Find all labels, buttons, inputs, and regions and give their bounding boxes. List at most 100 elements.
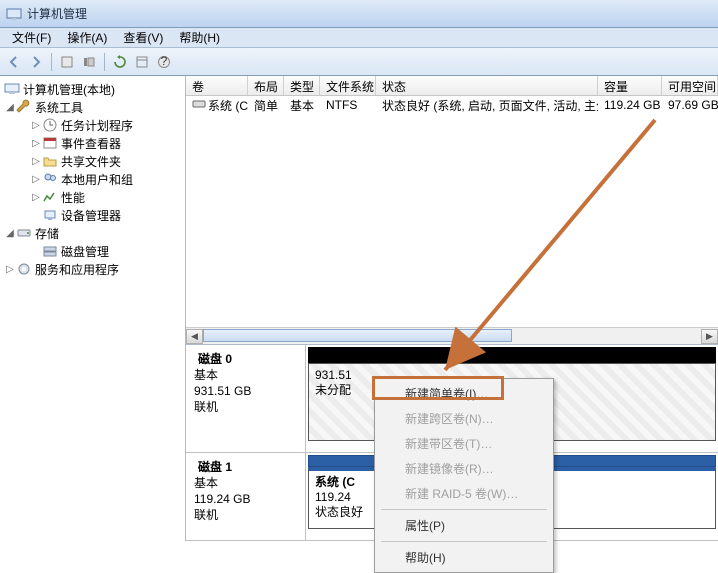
col-layout[interactable]: 布局 (248, 76, 284, 95)
disk-kind: 基本 (194, 475, 297, 491)
tree-item-task-scheduler[interactable]: ▷ 任务计划程序 (2, 116, 183, 134)
users-icon (42, 171, 58, 187)
ctx-new-spanned-volume[interactable]: 新建跨区卷(N)… (377, 406, 551, 431)
col-status[interactable]: 状态 (376, 76, 598, 95)
tree-group-label: 服务和应用程序 (35, 261, 119, 278)
disk-kind: 基本 (194, 367, 297, 383)
ctx-new-simple-volume[interactable]: 新建简单卷(I)… (377, 381, 551, 406)
volume-capacity: 119.24 GB (598, 97, 662, 113)
tree-item-label: 设备管理器 (61, 207, 121, 224)
tree-group-storage[interactable]: ◢ 存储 (2, 224, 183, 242)
disk-info-1[interactable]: 磁盘 1 基本 119.24 GB 联机 (186, 453, 306, 540)
expand-icon[interactable]: ▷ (30, 156, 42, 167)
wrench-icon (16, 99, 32, 115)
window-titlebar: 计算机管理 (0, 0, 718, 28)
tree-item-label: 事件查看器 (61, 135, 121, 152)
navigation-tree: 计算机管理(本地) ◢ 系统工具 ▷ 任务计划程序 ▷ 事件查看器 ▷ 共享文件夹 ▷… (2, 80, 183, 278)
toolbar-btn-2[interactable] (79, 52, 99, 72)
scroll-left-button[interactable]: ◀ (186, 329, 203, 344)
main-split: 计算机管理(本地) ◢ 系统工具 ▷ 任务计划程序 ▷ 事件查看器 ▷ 共享文件夹 ▷… (0, 76, 718, 541)
disk-info-0[interactable]: 磁盘 0 基本 931.51 GB 联机 (186, 345, 306, 452)
navigation-tree-pane: 计算机管理(本地) ◢ 系统工具 ▷ 任务计划程序 ▷ 事件查看器 ▷ 共享文件夹 ▷… (0, 76, 186, 541)
disk-state: 联机 (194, 399, 297, 415)
volume-layout: 简单 (248, 96, 284, 115)
expand-icon[interactable]: ▷ (30, 174, 42, 185)
disk-title: 磁盘 0 (198, 351, 232, 367)
collapse-icon[interactable]: ◢ (4, 102, 16, 113)
storage-icon (16, 225, 32, 241)
tree-item-event-viewer[interactable]: ▷ 事件查看器 (2, 134, 183, 152)
collapse-icon[interactable]: ◢ (4, 228, 16, 239)
event-icon (42, 135, 58, 151)
tree-group-system-tools[interactable]: ◢ 系统工具 (2, 98, 183, 116)
help-button[interactable]: ? (154, 52, 174, 72)
tree-group-services[interactable]: ▷ 服务和应用程序 (2, 260, 183, 278)
volume-list-scrollbar[interactable]: ◀ ▶ (186, 327, 718, 344)
tree-item-device-manager[interactable]: 设备管理器 (2, 206, 183, 224)
folder-share-icon (42, 153, 58, 169)
ctx-new-striped-volume[interactable]: 新建带区卷(T)… (377, 431, 551, 456)
ctx-new-raid5-volume[interactable]: 新建 RAID-5 卷(W)… (377, 481, 551, 506)
disk-title: 磁盘 1 (198, 459, 232, 475)
scroll-thumb[interactable] (203, 329, 512, 342)
gear-icon (16, 261, 32, 277)
tree-item-label: 磁盘管理 (61, 243, 109, 260)
ctx-help[interactable]: 帮助(H) (377, 545, 551, 570)
tree-item-local-users[interactable]: ▷ 本地用户和组 (2, 170, 183, 188)
col-filesystem[interactable]: 文件系统 (320, 76, 376, 95)
expand-icon[interactable]: ▷ (30, 120, 42, 131)
partition-header-bar (308, 347, 716, 363)
window-title: 计算机管理 (27, 5, 87, 22)
disk-state: 联机 (194, 507, 297, 523)
svg-text:?: ? (161, 55, 168, 68)
col-capacity[interactable]: 容量 (598, 76, 662, 95)
volume-free: 97.69 GB (662, 97, 718, 113)
volume-type: 基本 (284, 96, 320, 115)
tree-item-disk-management[interactable]: 磁盘管理 (2, 242, 183, 260)
tree-item-label: 共享文件夹 (61, 153, 121, 170)
col-volume[interactable]: 卷 (186, 76, 248, 95)
expand-icon[interactable]: ▷ (30, 138, 42, 149)
toolbar-btn-4[interactable] (132, 52, 152, 72)
tree-item-performance[interactable]: ▷ 性能 (2, 188, 183, 206)
tree-item-label: 本地用户和组 (61, 171, 133, 188)
tree-group-label: 存储 (35, 225, 59, 242)
menu-help[interactable]: 帮助(H) (171, 28, 228, 47)
volume-list: 系统 (C:) 简单 基本 NTFS 状态良好 (系统, 启动, 页面文件, 活… (186, 96, 718, 327)
volume-row[interactable]: 系统 (C:) 简单 基本 NTFS 状态良好 (系统, 启动, 页面文件, 活… (186, 96, 718, 114)
back-button[interactable] (4, 52, 24, 72)
col-type[interactable]: 类型 (284, 76, 320, 95)
volume-list-header: 卷 布局 类型 文件系统 状态 容量 可用空间 (186, 76, 718, 96)
disk-size: 119.24 GB (194, 491, 297, 507)
forward-button[interactable] (26, 52, 46, 72)
tree-root-label: 计算机管理(本地) (23, 81, 115, 98)
disk-mgmt-icon (42, 243, 58, 259)
menu-view[interactable]: 查看(V) (115, 28, 171, 47)
toolbar: ? (0, 48, 718, 76)
toolbar-btn-1[interactable] (57, 52, 77, 72)
device-icon (42, 207, 58, 223)
app-icon (6, 6, 22, 22)
tree-item-shared-folders[interactable]: ▷ 共享文件夹 (2, 152, 183, 170)
scroll-right-button[interactable]: ▶ (701, 329, 718, 344)
context-menu-separator (381, 509, 547, 510)
refresh-button[interactable] (110, 52, 130, 72)
expand-icon[interactable]: ▷ (4, 264, 16, 275)
ctx-properties[interactable]: 属性(P) (377, 513, 551, 538)
tree-group-label: 系统工具 (35, 99, 83, 116)
expand-icon[interactable]: ▷ (30, 192, 42, 203)
scroll-track[interactable] (203, 329, 701, 344)
ctx-new-mirrored-volume[interactable]: 新建镜像卷(R)… (377, 456, 551, 481)
col-free[interactable]: 可用空间 (662, 76, 718, 95)
tree-root[interactable]: 计算机管理(本地) (2, 80, 183, 98)
tree-item-label: 性能 (61, 189, 85, 206)
volume-fs: NTFS (320, 97, 376, 113)
toolbar-separator (104, 53, 105, 71)
disk-size: 931.51 GB (194, 383, 297, 399)
menu-action[interactable]: 操作(A) (59, 28, 115, 47)
volume-name: 系统 (C:) (208, 99, 248, 113)
menu-file[interactable]: 文件(F) (4, 28, 59, 47)
computer-icon (4, 81, 20, 97)
tree-item-label: 任务计划程序 (61, 117, 133, 134)
toolbar-separator (51, 53, 52, 71)
